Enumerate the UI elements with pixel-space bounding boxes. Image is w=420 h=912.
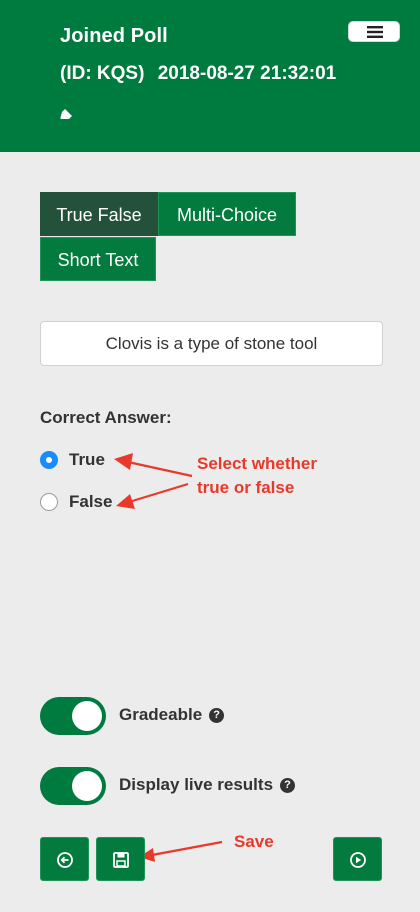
floppy-disk-icon — [113, 852, 129, 868]
save-button[interactable] — [96, 837, 145, 881]
radio-label-true: True — [69, 450, 105, 469]
poll-timestamp: 2018-08-27 21:32:01 — [157, 63, 337, 84]
question-circle-icon[interactable]: ? — [209, 707, 225, 723]
answer-option-true[interactable]: True — [40, 450, 105, 470]
tab-multi-choice[interactable]: Multi-Choice — [158, 192, 296, 236]
live-results-toggle[interactable] — [40, 767, 106, 805]
hamburger-menu-icon — [367, 26, 383, 38]
tab-short-text[interactable]: Short Text — [40, 237, 156, 281]
radio-true[interactable] — [40, 451, 58, 469]
app-header: Joined Poll (ID: KQS) 2018-08-27 21:32:0… — [0, 0, 420, 152]
correct-answer-label: Correct Answer: — [40, 408, 172, 427]
annotation-select-text: Select whether true or false — [197, 454, 317, 497]
live-results-label: Display live results ? — [119, 775, 296, 795]
poll-title: Joined Poll — [60, 25, 168, 47]
circle-play-icon — [350, 852, 366, 868]
poll-info: (ID: KQS) 2018-08-27 21:32:01 — [60, 63, 336, 85]
circle-left-arrow-icon — [57, 852, 73, 868]
question-input[interactable]: Clovis is a type of stone tool — [40, 321, 383, 366]
tab-true-false[interactable]: True False — [40, 192, 158, 236]
back-button[interactable] — [40, 837, 89, 881]
next-button[interactable] — [333, 837, 382, 881]
radio-false[interactable] — [40, 493, 58, 511]
poll-id: (ID: KQS) — [60, 63, 145, 84]
gradeable-toggle[interactable] — [40, 697, 106, 735]
question-circle-icon[interactable]: ? — [280, 777, 296, 793]
answer-option-false[interactable]: False — [40, 492, 112, 512]
gradeable-label: Gradeable ? — [119, 705, 225, 725]
radio-label-false: False — [69, 492, 113, 511]
annotation-save-text: Save — [234, 832, 274, 851]
menu-button[interactable] — [348, 21, 400, 42]
pencil-icon[interactable] — [60, 102, 78, 120]
